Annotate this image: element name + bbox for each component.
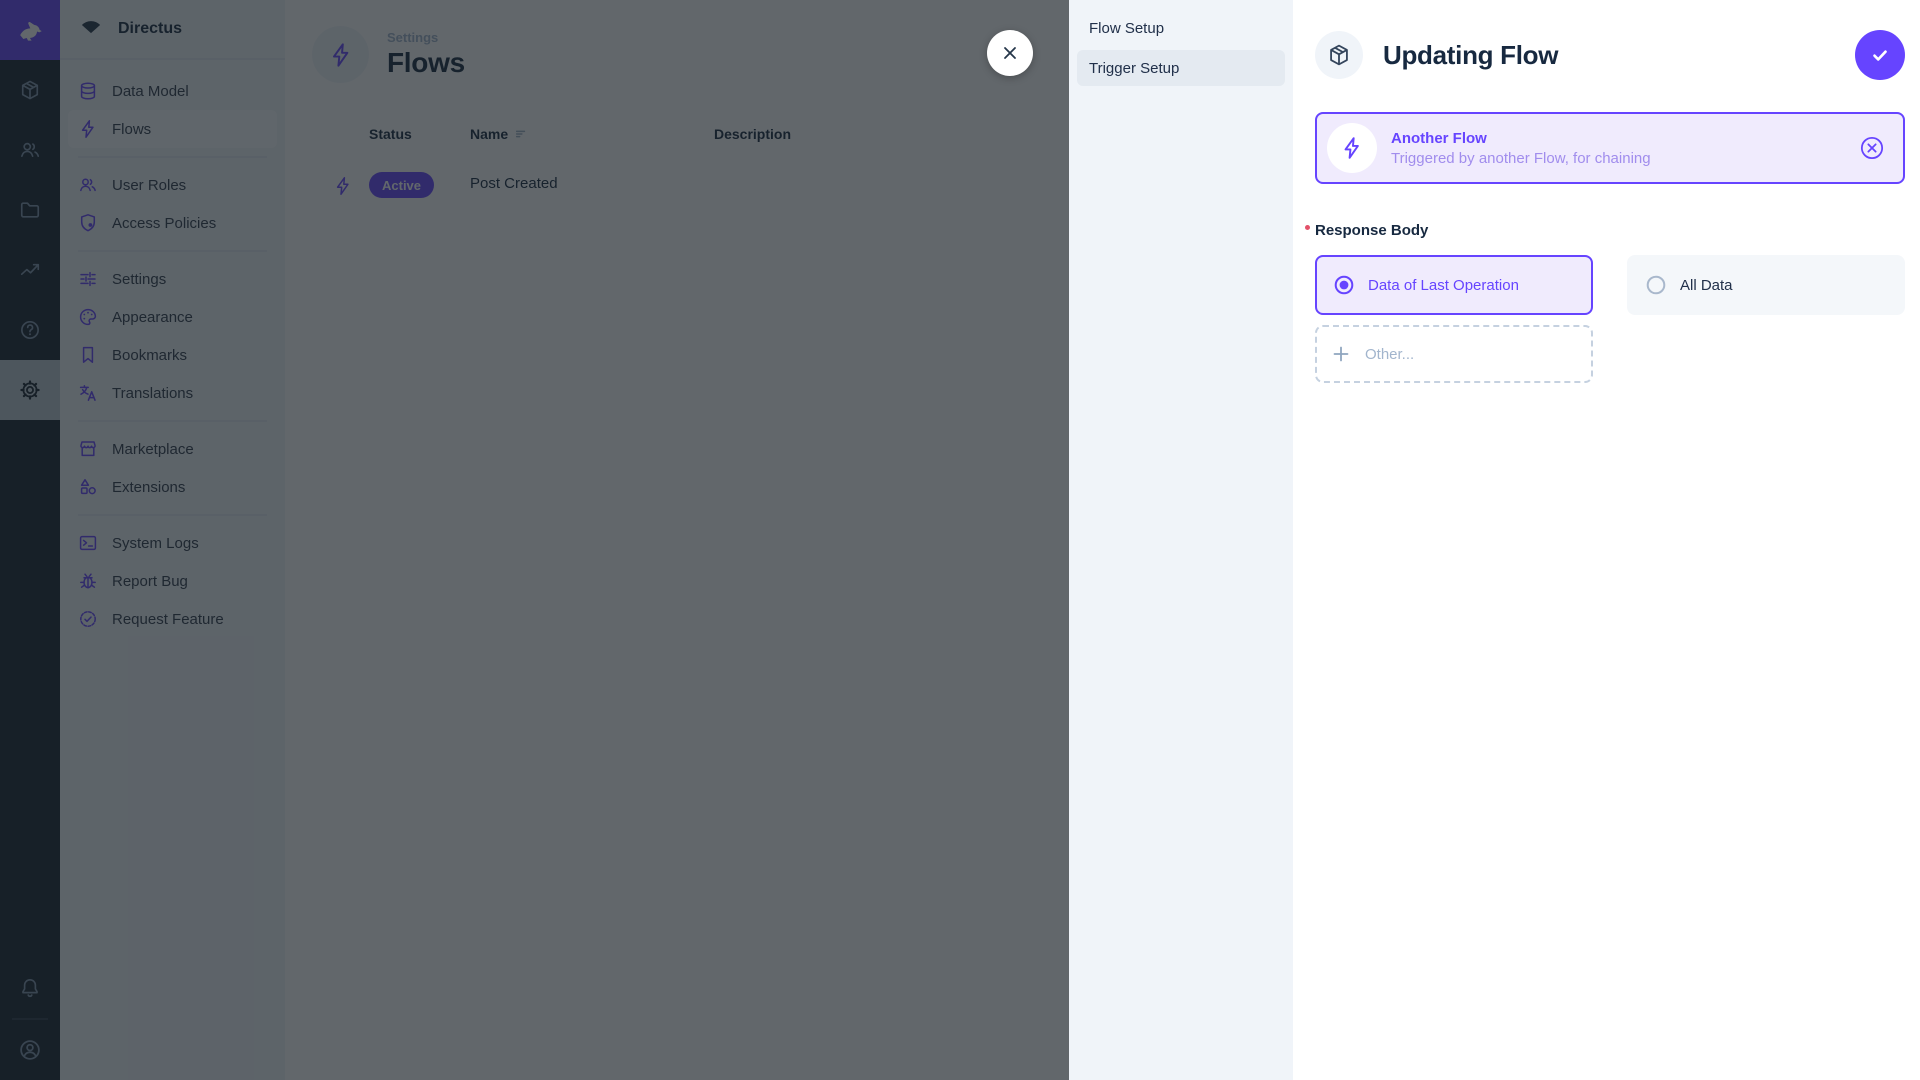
response-body-label: Response Body (1305, 222, 1429, 239)
drawer-dim-overlay[interactable] (0, 0, 1069, 1080)
required-indicator (1305, 225, 1310, 230)
deselect-trigger-icon[interactable] (1859, 135, 1885, 161)
close-icon (1000, 43, 1020, 63)
drawer-main: Updating Flow Another Flow Triggered by … (1293, 0, 1920, 1080)
box-icon (1327, 43, 1351, 67)
radio-unchecked-icon (1645, 274, 1667, 296)
trigger-type-card[interactable]: Another Flow Triggered by another Flow, … (1315, 112, 1905, 184)
radio-option-all-data[interactable]: All Data (1627, 255, 1905, 315)
drawer-nav: Flow Setup Trigger Setup (1069, 0, 1293, 1080)
radio-option-label: All Data (1680, 276, 1733, 294)
drawer-title-icon-circle (1315, 31, 1363, 79)
drawer-nav-flow-setup[interactable]: Flow Setup (1077, 10, 1285, 46)
radio-checked-icon (1333, 274, 1355, 296)
radio-option-data-of-last-operation[interactable]: Data of Last Operation (1315, 255, 1593, 315)
drawer-header: Updating Flow (1315, 30, 1905, 80)
response-body-options: Data of Last Operation All Data (1315, 255, 1905, 315)
close-drawer-button[interactable] (987, 30, 1033, 76)
trigger-card-texts: Another Flow Triggered by another Flow, … (1391, 130, 1845, 167)
radio-option-label: Data of Last Operation (1368, 276, 1519, 294)
trigger-bolt-circle (1327, 123, 1377, 173)
bolt-icon (1340, 136, 1364, 160)
response-body-label-text: Response Body (1315, 222, 1429, 239)
plus-icon (1331, 344, 1351, 364)
check-icon (1869, 44, 1891, 66)
other-option-button[interactable]: Other... (1315, 325, 1593, 383)
trigger-card-subtitle: Triggered by another Flow, for chaining (1391, 149, 1651, 167)
other-option-label: Other... (1365, 345, 1415, 363)
save-button[interactable] (1855, 30, 1905, 80)
trigger-card-title: Another Flow (1391, 129, 1487, 147)
drawer-title: Updating Flow (1383, 39, 1559, 70)
drawer-nav-trigger-setup[interactable]: Trigger Setup (1077, 50, 1285, 86)
